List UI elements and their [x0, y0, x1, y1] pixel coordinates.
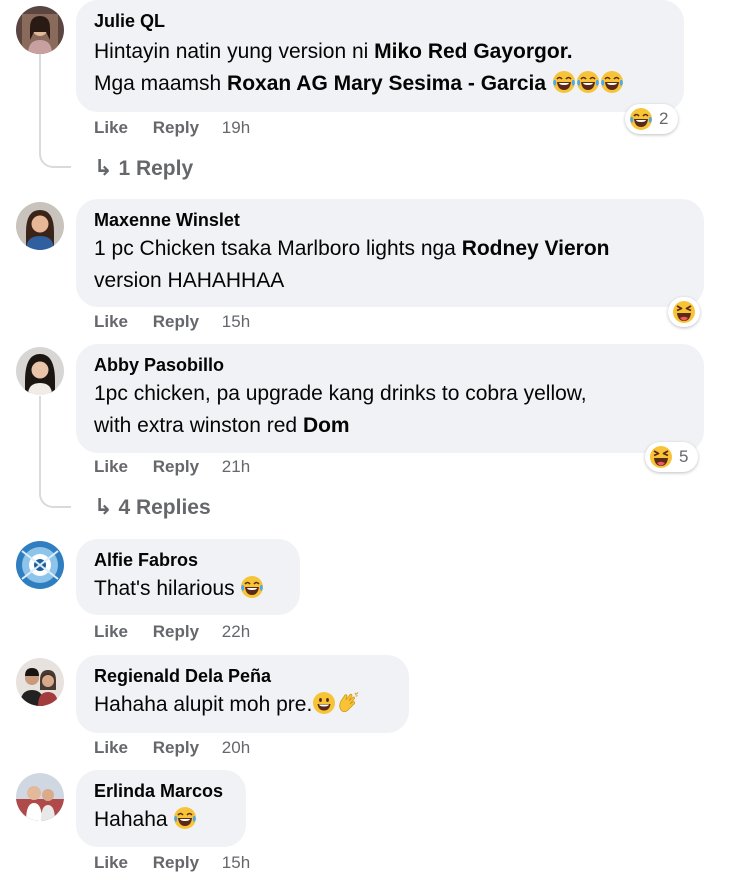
timestamp[interactable]: 15h — [222, 312, 250, 331]
like-button[interactable]: Like — [94, 622, 128, 641]
comment-text-plain: Mga maamsh — [94, 72, 228, 95]
comment-bubble: Alfie Fabros That's hilarious — [76, 539, 300, 615]
comment-text: 1pc chicken, pa upgrade kang drinks to c… — [94, 382, 587, 405]
comment-text-plain: with extra winston red — [94, 414, 303, 437]
laughing-crying-emoji — [576, 70, 600, 94]
mention-miko-red-gayorgor[interactable]: Miko Red Gayorgor. — [374, 40, 572, 63]
comment-actions: Like Reply 15h — [94, 853, 270, 873]
reply-button[interactable]: Reply — [153, 738, 199, 757]
comment-actions: Like Reply 19h — [94, 118, 270, 138]
laughing-squint-emoji — [649, 445, 673, 469]
reaction-summary[interactable] — [668, 297, 700, 327]
mention-roxan-ag-mary-sesima-garcia[interactable]: Roxan AG Mary Sesima - Garcia — [227, 72, 546, 95]
timestamp[interactable]: 22h — [222, 622, 250, 641]
view-replies-button[interactable]: ↳ 4 Replies — [94, 494, 211, 521]
comment-bubble: Maxenne Winslet 1 pc Chicken tsaka Marlb… — [76, 199, 704, 307]
avatar[interactable] — [16, 658, 64, 706]
comment-text: Hintayin natin yung version ni Miko Red … — [94, 36, 666, 68]
comment-text: Hahaha alupit moh pre. — [94, 689, 391, 721]
laughing-crying-emoji — [240, 575, 264, 599]
laughing-crying-emoji — [552, 70, 576, 94]
reaction-count: 2 — [659, 109, 669, 128]
reaction-summary[interactable]: 5 — [645, 442, 699, 472]
laughing-squint-emoji — [672, 300, 696, 324]
reply-button[interactable]: Reply — [153, 118, 199, 137]
timestamp[interactable]: 21h — [222, 457, 250, 476]
reply-button[interactable]: Reply — [153, 853, 199, 872]
avatar[interactable] — [16, 773, 64, 821]
comment-text: Hahaha — [94, 804, 228, 836]
author-name[interactable]: Regienald Dela Peña — [94, 665, 391, 687]
like-button[interactable]: Like — [94, 738, 128, 757]
reply-arrow-icon: ↳ — [94, 155, 113, 180]
comment-actions: Like Reply 15h — [94, 312, 270, 332]
like-button[interactable]: Like — [94, 457, 128, 476]
comment-bubble: Julie QL Hintayin natin yung version ni … — [76, 0, 684, 112]
clapping-hands-emoji — [336, 691, 360, 715]
comment-text-plain: That's hilarious — [94, 577, 235, 600]
avatar[interactable] — [16, 541, 64, 589]
comment-text-plain: 1 pc Chicken tsaka Marlboro lights nga — [94, 237, 462, 260]
author-name[interactable]: Maxenne Winslet — [94, 209, 686, 231]
laughing-crying-emoji — [173, 806, 197, 830]
reaction-count: 5 — [679, 447, 689, 466]
timestamp[interactable]: 20h — [222, 738, 250, 757]
author-name[interactable]: Alfie Fabros — [94, 549, 282, 571]
reply-arrow-icon: ↳ — [94, 494, 113, 519]
author-name[interactable]: Erlinda Marcos — [94, 780, 228, 802]
replies-count-label: 4 Replies — [118, 496, 211, 519]
comment-bubble: Erlinda Marcos Hahaha — [76, 770, 246, 847]
comment-actions: Like Reply 22h — [94, 622, 270, 642]
author-name[interactable]: Julie QL — [94, 10, 666, 32]
laughing-crying-emoji — [600, 70, 624, 94]
comment-bubble: Regienald Dela Peña Hahaha alupit moh pr… — [76, 655, 409, 733]
comment-actions: Like Reply 20h — [94, 738, 270, 758]
avatar[interactable] — [16, 347, 64, 395]
comment-text-plain: Hahaha alupit moh pre. — [94, 693, 313, 716]
comment-text-line2: with extra winston red Dom — [94, 410, 686, 442]
comment-text-plain: Hahaha — [94, 808, 168, 831]
comment-text: 1 pc Chicken tsaka Marlboro lights nga R… — [94, 233, 686, 265]
reply-button[interactable]: Reply — [153, 312, 199, 331]
comment-text-plain: Hintayin natin yung version ni — [94, 40, 375, 63]
timestamp[interactable]: 15h — [222, 853, 250, 872]
reaction-summary[interactable]: 2 — [625, 104, 679, 134]
reply-button[interactable]: Reply — [153, 457, 199, 476]
like-button[interactable]: Like — [94, 312, 128, 331]
avatar[interactable] — [16, 202, 64, 250]
timestamp[interactable]: 19h — [222, 118, 250, 137]
comment-text-line2: version HAHAHHAA — [94, 269, 285, 292]
like-button[interactable]: Like — [94, 118, 128, 137]
comment-text: That's hilarious — [94, 573, 282, 605]
thread-line — [39, 54, 71, 168]
mention-dom[interactable]: Dom — [303, 414, 350, 437]
author-name[interactable]: Abby Pasobillo — [94, 354, 686, 376]
avatar[interactable] — [16, 6, 64, 54]
laughing-crying-emoji — [629, 107, 653, 131]
view-replies-button[interactable]: ↳ 1 Reply — [94, 155, 193, 182]
like-button[interactable]: Like — [94, 853, 128, 872]
thread-line — [39, 396, 71, 508]
comment-text-line2: Mga maamsh Roxan AG Mary Sesima - Garcia — [94, 68, 666, 100]
replies-count-label: 1 Reply — [118, 157, 194, 180]
grinning-emoji — [312, 691, 336, 715]
mention-rodney-vieron[interactable]: Rodney Vieron — [462, 237, 610, 260]
comment-bubble: Abby Pasobillo 1pc chicken, pa upgrade k… — [76, 344, 704, 453]
reply-button[interactable]: Reply — [153, 622, 199, 641]
comment-actions: Like Reply 21h — [94, 457, 270, 477]
